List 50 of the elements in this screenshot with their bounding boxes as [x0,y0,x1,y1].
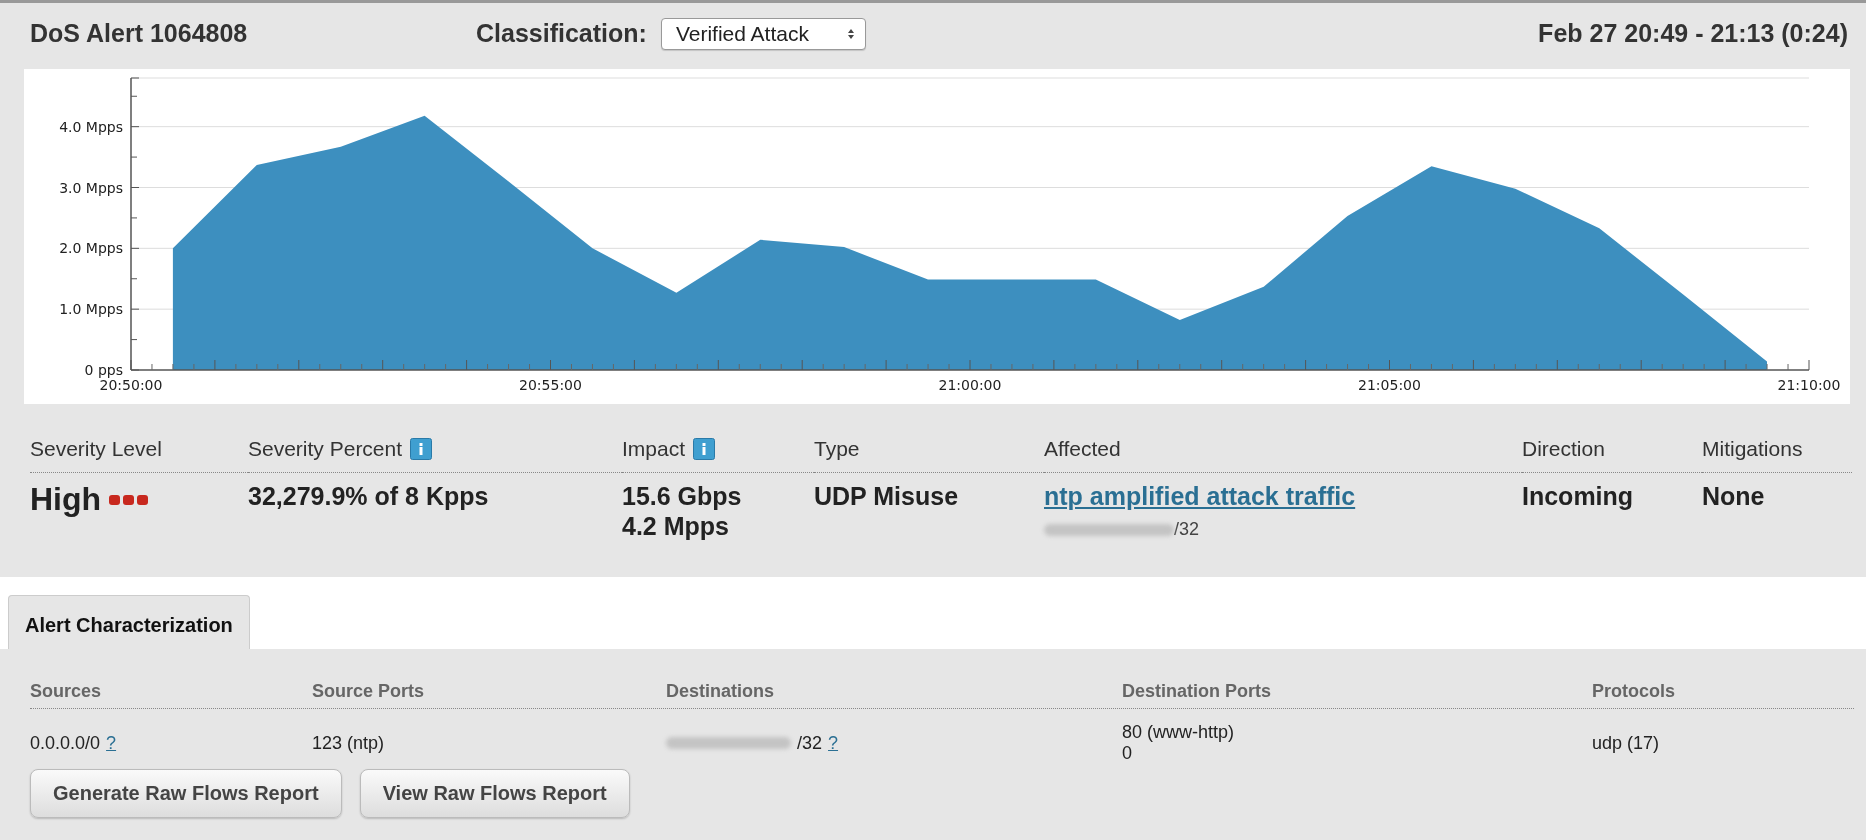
summary-label: Type [814,437,860,461]
summary-value: 32,279.9% of 8 Kpps [248,481,490,511]
summary-label: Impact [622,437,686,461]
summary-label: Direction [1522,437,1605,461]
y-tick-label: 4.0 Mpps [59,118,123,135]
summary-label: Severity Percent [248,437,403,461]
column-header: Protocols [1592,681,1676,702]
column-header: Destinations [666,681,776,702]
summary-label: Severity Level [30,437,162,461]
y-tick-label: 0 pps [84,362,123,378]
y-tick-label: 1.0 Mpps [59,301,123,318]
column-header: Source Ports [312,681,426,702]
table-cell: /32 [797,732,823,754]
x-tick-label: 20:50:00 [99,377,163,393]
info-icon[interactable] [410,438,433,460]
table-cell: 123 (ntp) [312,732,385,754]
x-tick-label: 21:05:00 [1358,377,1421,393]
table-cell: 80 (www-http) [1122,722,1235,743]
x-tick-label: 21:10:00 [1777,377,1841,393]
column-header: Destination Ports [1122,681,1273,702]
severity-dots-icon [109,493,150,506]
report-button[interactable]: View Raw Flows Report [359,769,630,818]
affected-link[interactable]: ntp amplified attack traffic [1044,481,1522,511]
info-icon[interactable] [693,438,716,460]
summary-value: None [1702,481,1766,511]
summary-value: 4.2 Mpps [622,511,730,541]
table-cell: 0.0.0.0/0 [30,732,101,754]
table-cell-text: 0 [1122,743,1133,764]
y-tick-label: 3.0 Mpps [59,179,123,196]
severity-value: High [30,481,102,518]
classification-label: Classification: [476,19,647,48]
x-tick-label: 20:55:00 [519,377,582,393]
updown-arrows-icon [846,27,855,40]
prefix-length: /32 [1174,519,1200,540]
classification-select[interactable]: Verified Attack [660,17,866,50]
tab[interactable]: Alert Characterization [8,595,250,649]
summary-value: UDP Misuse [814,481,960,511]
summary-label: Affected [1044,437,1121,461]
y-tick-label: 2.0 Mpps [59,240,123,257]
time-range: Feb 27 20:49 - 21:13 (0:24) [1538,19,1848,48]
table-cell: udp (17) [1592,732,1660,754]
alert-title: DoS Alert 1064808 [30,19,249,48]
x-tick-label: 21:00:00 [938,377,1002,393]
help-link[interactable]: ? [106,732,117,754]
summary-value: Incoming [1522,481,1635,511]
summary-value: 15.6 Gbps [622,481,743,511]
summary-label: Mitigations [1702,437,1803,461]
report-button[interactable]: Generate Raw Flows Report [30,769,342,818]
help-link[interactable]: ? [828,732,839,754]
column-header: Sources [30,681,103,702]
